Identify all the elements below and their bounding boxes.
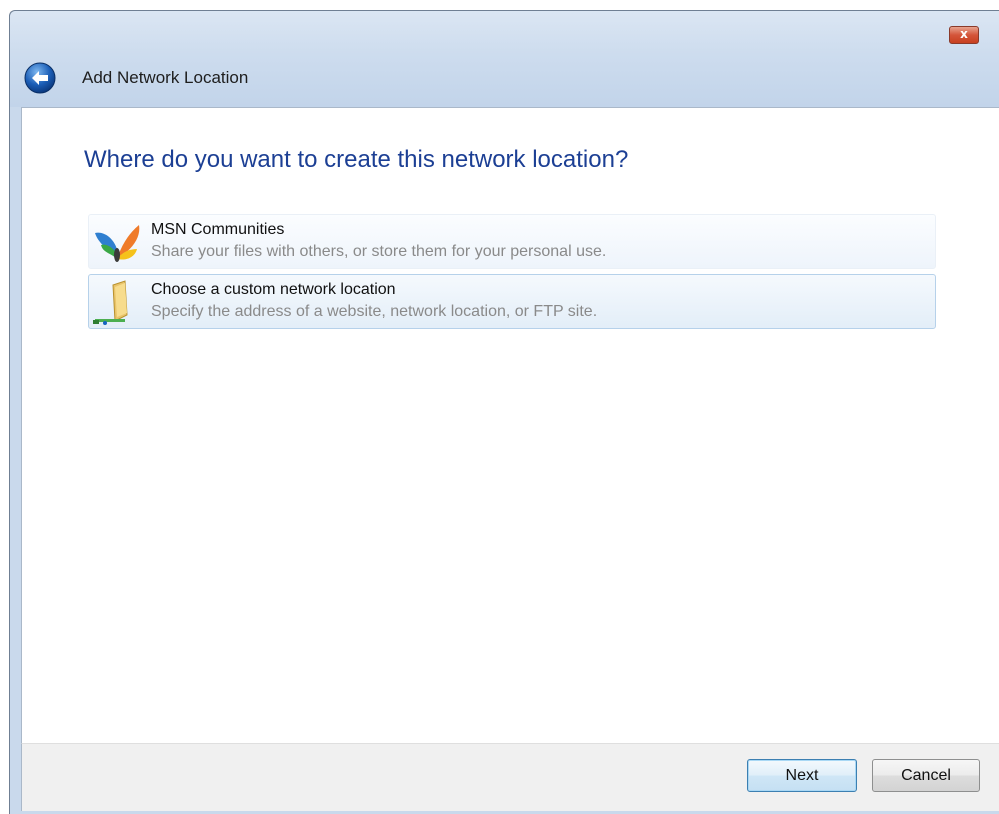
option-title: MSN Communities [151,221,285,238]
option-description: Specify the address of a website, networ… [151,303,598,320]
window-title: Add Network Location [82,68,249,87]
network-folder-icon [93,280,128,325]
button-bar: Next Cancel [21,743,999,811]
wizard-window: x Add Network Location Where do you want… [9,10,999,814]
back-arrow-icon [24,62,56,94]
option-custom-network-location[interactable]: Choose a custom network location Specify… [88,274,936,329]
close-icon: x [960,27,968,41]
option-msn-communities[interactable]: MSN Communities Share your files with ot… [88,214,936,269]
title-bar: x Add Network Location [10,11,999,107]
next-button[interactable]: Next [747,759,857,792]
option-title: Choose a custom network location [151,281,396,298]
back-button[interactable] [24,62,56,94]
page-heading: Where do you want to create this network… [84,146,629,173]
option-description: Share your files with others, or store t… [151,243,607,260]
msn-butterfly-icon [95,225,140,262]
cancel-button[interactable]: Cancel [872,759,980,792]
close-button[interactable]: x [949,26,979,44]
wizard-content: Where do you want to create this network… [21,107,999,743]
